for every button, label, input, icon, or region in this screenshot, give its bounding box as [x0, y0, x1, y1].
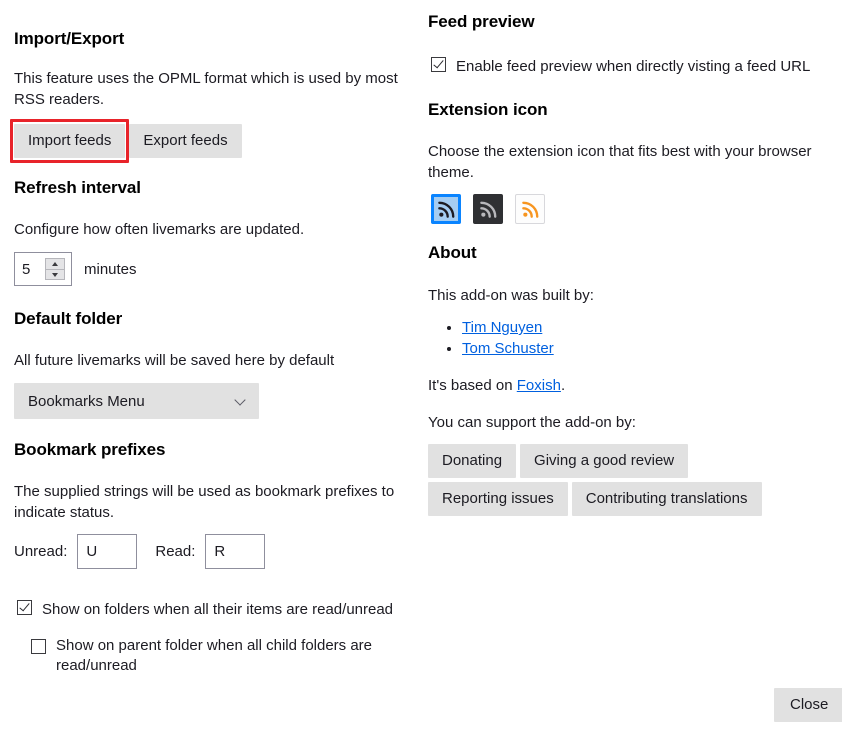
rss-icon-blue[interactable] [431, 194, 461, 224]
contributing-translations-button[interactable]: Contributing translations [571, 482, 762, 516]
show-on-parent-folder-checkbox-row[interactable]: Show on parent folder when all child fol… [31, 636, 401, 677]
unread-prefix-label: Unread: [14, 543, 68, 560]
authors-list: Tim Nguyen Tom Schuster [428, 318, 554, 359]
list-item: Tim Nguyen [462, 318, 554, 339]
giving-a-good-review-button[interactable]: Giving a good review [520, 444, 689, 478]
default-folder-selected-value: Bookmarks Menu [28, 392, 145, 410]
support-label: You can support the add-on by: [428, 414, 636, 431]
options-page: Import/Export This feature uses the OPML… [0, 0, 842, 732]
based-on-line: It's based on Foxish. [428, 375, 565, 396]
based-on-prefix: It's based on [428, 377, 517, 394]
about-heading: About [428, 243, 477, 262]
extension-icon-description: Choose the extension icon that fits best… [428, 143, 812, 182]
default-folder-select[interactable]: Bookmarks Menu [14, 383, 259, 419]
stepper-down-button[interactable] [45, 269, 65, 280]
extension-icon-options [431, 194, 545, 224]
list-item: Tom Schuster [462, 339, 554, 360]
default-folder-description: All future livemarks will be saved here … [14, 352, 335, 369]
unread-prefix-input[interactable] [77, 534, 138, 569]
read-prefix-label: Read: [155, 543, 196, 560]
reporting-issues-button[interactable]: Reporting issues [428, 482, 568, 516]
caret-up-icon [52, 262, 58, 266]
caret-down-icon [52, 272, 58, 277]
author-link-tom-schuster[interactable]: Tom Schuster [462, 340, 554, 357]
about-built-by-label: This add-on was built by: [428, 287, 594, 304]
checkbox-unchecked-icon[interactable] [31, 639, 46, 654]
export-feeds-button[interactable]: Export feeds [129, 124, 242, 158]
import-export-buttons: Import feeds Export feeds [10, 119, 242, 163]
refresh-interval-description: Configure how often livemarks are update… [14, 221, 305, 238]
read-prefix-input[interactable] [205, 534, 266, 569]
foxish-link[interactable]: Foxish [517, 377, 561, 394]
show-on-folders-label: Show on folders when all their items are… [42, 601, 394, 618]
support-buttons-row: Donating Giving a good review Reporting … [428, 444, 810, 516]
refresh-interval-input[interactable] [15, 253, 45, 285]
feed-preview-heading: Feed preview [428, 12, 535, 31]
donating-button[interactable]: Donating [428, 444, 517, 478]
feed-preview-label: Enable feed preview when directly vistin… [456, 58, 811, 75]
checkbox-checked-icon[interactable] [17, 600, 32, 615]
refresh-interval-stepper[interactable] [14, 252, 72, 286]
based-on-suffix: . [560, 377, 566, 394]
import-feeds-highlight-wrapper: Import feeds [10, 119, 130, 163]
show-on-parent-folder-label: Show on parent folder when all child fol… [56, 637, 373, 675]
bookmark-prefixes-description: The supplied strings will be used as boo… [14, 483, 395, 522]
close-button[interactable]: Close [774, 688, 842, 722]
prefix-inputs-row: Unread: Read: [14, 534, 266, 569]
stepper-up-button[interactable] [45, 258, 65, 269]
import-feeds-button[interactable]: Import feeds [14, 124, 126, 158]
rss-icon-light[interactable] [515, 194, 545, 224]
chevron-down-icon [235, 395, 247, 407]
import-export-heading: Import/Export [14, 29, 125, 48]
import-export-description: This feature uses the OPML format which … [14, 70, 398, 109]
default-folder-heading: Default folder [14, 309, 123, 328]
refresh-interval-heading: Refresh interval [14, 178, 141, 197]
refresh-interval-units-label: minutes [84, 260, 137, 278]
bookmark-prefixes-heading: Bookmark prefixes [14, 440, 166, 459]
refresh-interval-spin-buttons [45, 253, 67, 285]
footer-actions: Close [774, 688, 842, 722]
show-on-folders-checkbox-row[interactable]: Show on folders when all their items are… [17, 600, 393, 620]
extension-icon-heading: Extension icon [428, 100, 548, 119]
checkbox-checked-icon[interactable] [431, 57, 446, 72]
feed-preview-checkbox-row[interactable]: Enable feed preview when directly vistin… [431, 57, 810, 77]
refresh-interval-control: minutes [14, 252, 137, 286]
author-link-tim-nguyen[interactable]: Tim Nguyen [462, 319, 542, 336]
rss-icon-dark[interactable] [473, 194, 503, 224]
